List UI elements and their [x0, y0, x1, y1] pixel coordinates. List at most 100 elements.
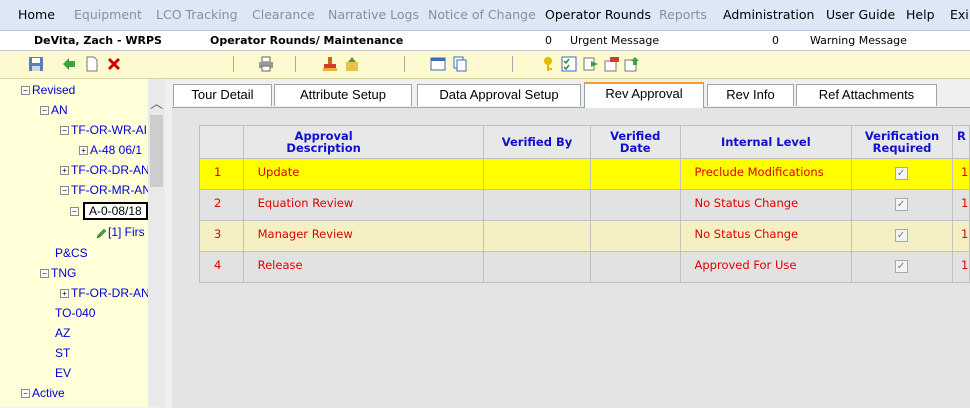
collapse-icon[interactable]: − — [21, 86, 30, 96]
approval-description: Manager Review — [257, 227, 353, 241]
verified-date — [591, 221, 680, 227]
verified-date — [591, 190, 680, 196]
collapse-icon[interactable]: − — [70, 207, 79, 217]
forward-icon[interactable] — [583, 56, 599, 72]
verification-required-checkbox[interactable]: ✓ — [894, 198, 908, 211]
tree-node-to040[interactable]: TO-040 — [55, 305, 95, 321]
table-header-row: Approval Description Verified By Verifie… — [199, 125, 970, 159]
tree-node-a48[interactable]: + A-48 06/1 — [79, 142, 142, 158]
verified-by — [484, 221, 590, 227]
menu-exit[interactable]: Exi — [950, 0, 969, 30]
menu-operator-rounds[interactable]: Operator Rounds — [545, 0, 651, 30]
menu-user-guide[interactable]: User Guide — [826, 0, 895, 30]
toolbar-separator — [512, 56, 513, 72]
print-icon[interactable] — [258, 56, 274, 72]
header-verification-required[interactable]: Verification Required — [851, 125, 953, 159]
tab-attribute-setup[interactable]: Attribute Setup — [274, 84, 412, 106]
tree-scrollbar[interactable]: ︿ — [148, 79, 165, 407]
verification-required-checkbox[interactable]: ✓ — [894, 229, 908, 242]
internal-level: Preclude Modifications — [694, 165, 824, 179]
stamp-icon[interactable] — [322, 56, 338, 72]
header-internal-level[interactable]: Internal Level — [679, 125, 853, 159]
header-verified-by[interactable]: Verified By — [482, 125, 591, 159]
header-partial-column[interactable]: R — [951, 125, 970, 159]
verified-date — [591, 159, 680, 165]
key-icon[interactable] — [540, 56, 556, 72]
menu-narrative-logs[interactable]: Narrative Logs — [328, 0, 419, 30]
verification-required-checkbox[interactable]: ✓ — [894, 167, 908, 180]
tab-rev-approval[interactable]: Rev Approval — [584, 82, 704, 108]
import-icon[interactable] — [624, 56, 640, 72]
urgent-count: 0 — [545, 34, 552, 47]
tree-node-first[interactable]: [1] Firs — [96, 224, 145, 240]
menu-home[interactable]: Home — [18, 0, 55, 30]
rev-approval-table: Approval Description Verified By Verifie… — [199, 125, 970, 283]
delete-x-icon[interactable] — [106, 56, 122, 72]
tree-node-tng[interactable]: − TNG — [40, 265, 76, 281]
collapse-icon[interactable]: − — [60, 126, 69, 136]
menu-notice-of-change[interactable]: Notice of Change — [428, 0, 536, 30]
collapse-icon[interactable]: − — [60, 186, 69, 196]
internal-level: No Status Change — [694, 227, 799, 241]
internal-level: Approved For Use — [694, 258, 797, 272]
tree-node-active[interactable]: − Active — [21, 385, 65, 401]
approve-icon[interactable] — [344, 56, 360, 72]
warning-message-label[interactable]: Warning Message — [810, 34, 907, 47]
header-verified-date[interactable]: Verified Date — [589, 125, 681, 159]
tree-node-tf-or-wr[interactable]: − TF-OR-WR-AI — [60, 122, 147, 138]
expand-icon[interactable]: + — [60, 289, 69, 299]
menu-equipment[interactable]: Equipment — [74, 0, 142, 30]
tree-node-pcs[interactable]: P&CS — [55, 245, 88, 261]
tree-node-revised[interactable]: − Revised — [21, 82, 75, 98]
window-icon[interactable] — [430, 56, 446, 72]
verification-required-checkbox[interactable]: ✓ — [894, 260, 908, 273]
export-icon[interactable] — [604, 56, 620, 72]
tree-node-az[interactable]: AZ — [55, 325, 70, 341]
menu-clearance[interactable]: Clearance — [252, 0, 315, 30]
menu-help[interactable]: Help — [906, 0, 935, 30]
approval-description: Update — [257, 165, 300, 179]
tree-node-tf-or-mr[interactable]: − TF-OR-MR-AN — [60, 182, 148, 198]
tree-node-an[interactable]: − AN — [40, 102, 68, 118]
collapse-icon[interactable]: − — [40, 106, 49, 116]
copy-icon[interactable] — [452, 56, 468, 72]
expand-icon[interactable]: + — [60, 166, 69, 176]
tree-node-ev[interactable]: EV — [55, 365, 71, 381]
scroll-up-icon[interactable]: ︿ — [148, 95, 165, 115]
checklist-icon[interactable] — [561, 56, 577, 72]
collapse-icon[interactable]: − — [40, 269, 49, 279]
tab-data-approval-setup[interactable]: Data Approval Setup — [417, 84, 581, 106]
table-row[interactable]: 3 Manager Review No Status Change ✓ 1 — [199, 220, 970, 252]
table-row[interactable]: 2 Equation Review No Status Change ✓ 1 — [199, 189, 970, 221]
tree-node-st[interactable]: ST — [55, 345, 70, 361]
scrollbar-thumb[interactable] — [150, 115, 163, 187]
urgent-message-label[interactable]: Urgent Message — [570, 34, 659, 47]
toolbar-separator — [295, 56, 296, 72]
header-approval-description[interactable]: Approval Description — [242, 125, 484, 159]
tree-node-a0[interactable]: − A-0-08/18 — [70, 202, 148, 220]
partial-value: 1 — [960, 227, 969, 241]
new-document-icon[interactable] — [84, 56, 100, 72]
save-icon[interactable] — [28, 56, 44, 72]
row-number: 3 — [214, 227, 222, 241]
navigation-tree: − Revised − AN − TF-OR-WR-AI + A-48 06/1 + TF… — [0, 79, 149, 407]
collapse-icon[interactable]: − — [21, 389, 30, 399]
internal-level: No Status Change — [694, 196, 799, 210]
tree-node-tf-or-dr[interactable]: + TF-OR-DR-AN — [60, 162, 148, 178]
menu-reports[interactable]: Reports — [659, 0, 707, 30]
main-menu-bar: Home Equipment LCO Tracking Clearance Na… — [0, 0, 970, 31]
partial-value: 1 — [960, 196, 969, 210]
header-row-number — [199, 125, 244, 159]
row-number: 4 — [214, 258, 222, 272]
table-row[interactable]: 1 Update Preclude Modifications ✓ 1 — [199, 158, 970, 190]
tab-tour-detail[interactable]: Tour Detail — [173, 84, 272, 106]
menu-lco-tracking[interactable]: LCO Tracking — [156, 0, 238, 30]
verified-by — [484, 159, 590, 165]
tab-ref-attachments[interactable]: Ref Attachments — [796, 84, 937, 106]
back-arrow-icon[interactable] — [61, 56, 77, 72]
table-row[interactable]: 4 Release Approved For Use ✓ 1 — [199, 251, 970, 283]
menu-administration[interactable]: Administration — [723, 0, 814, 30]
tab-rev-info[interactable]: Rev Info — [707, 84, 794, 106]
expand-icon[interactable]: + — [79, 146, 88, 156]
tree-node-tng-tf-or-dr[interactable]: + TF-OR-DR-AN — [60, 285, 148, 301]
